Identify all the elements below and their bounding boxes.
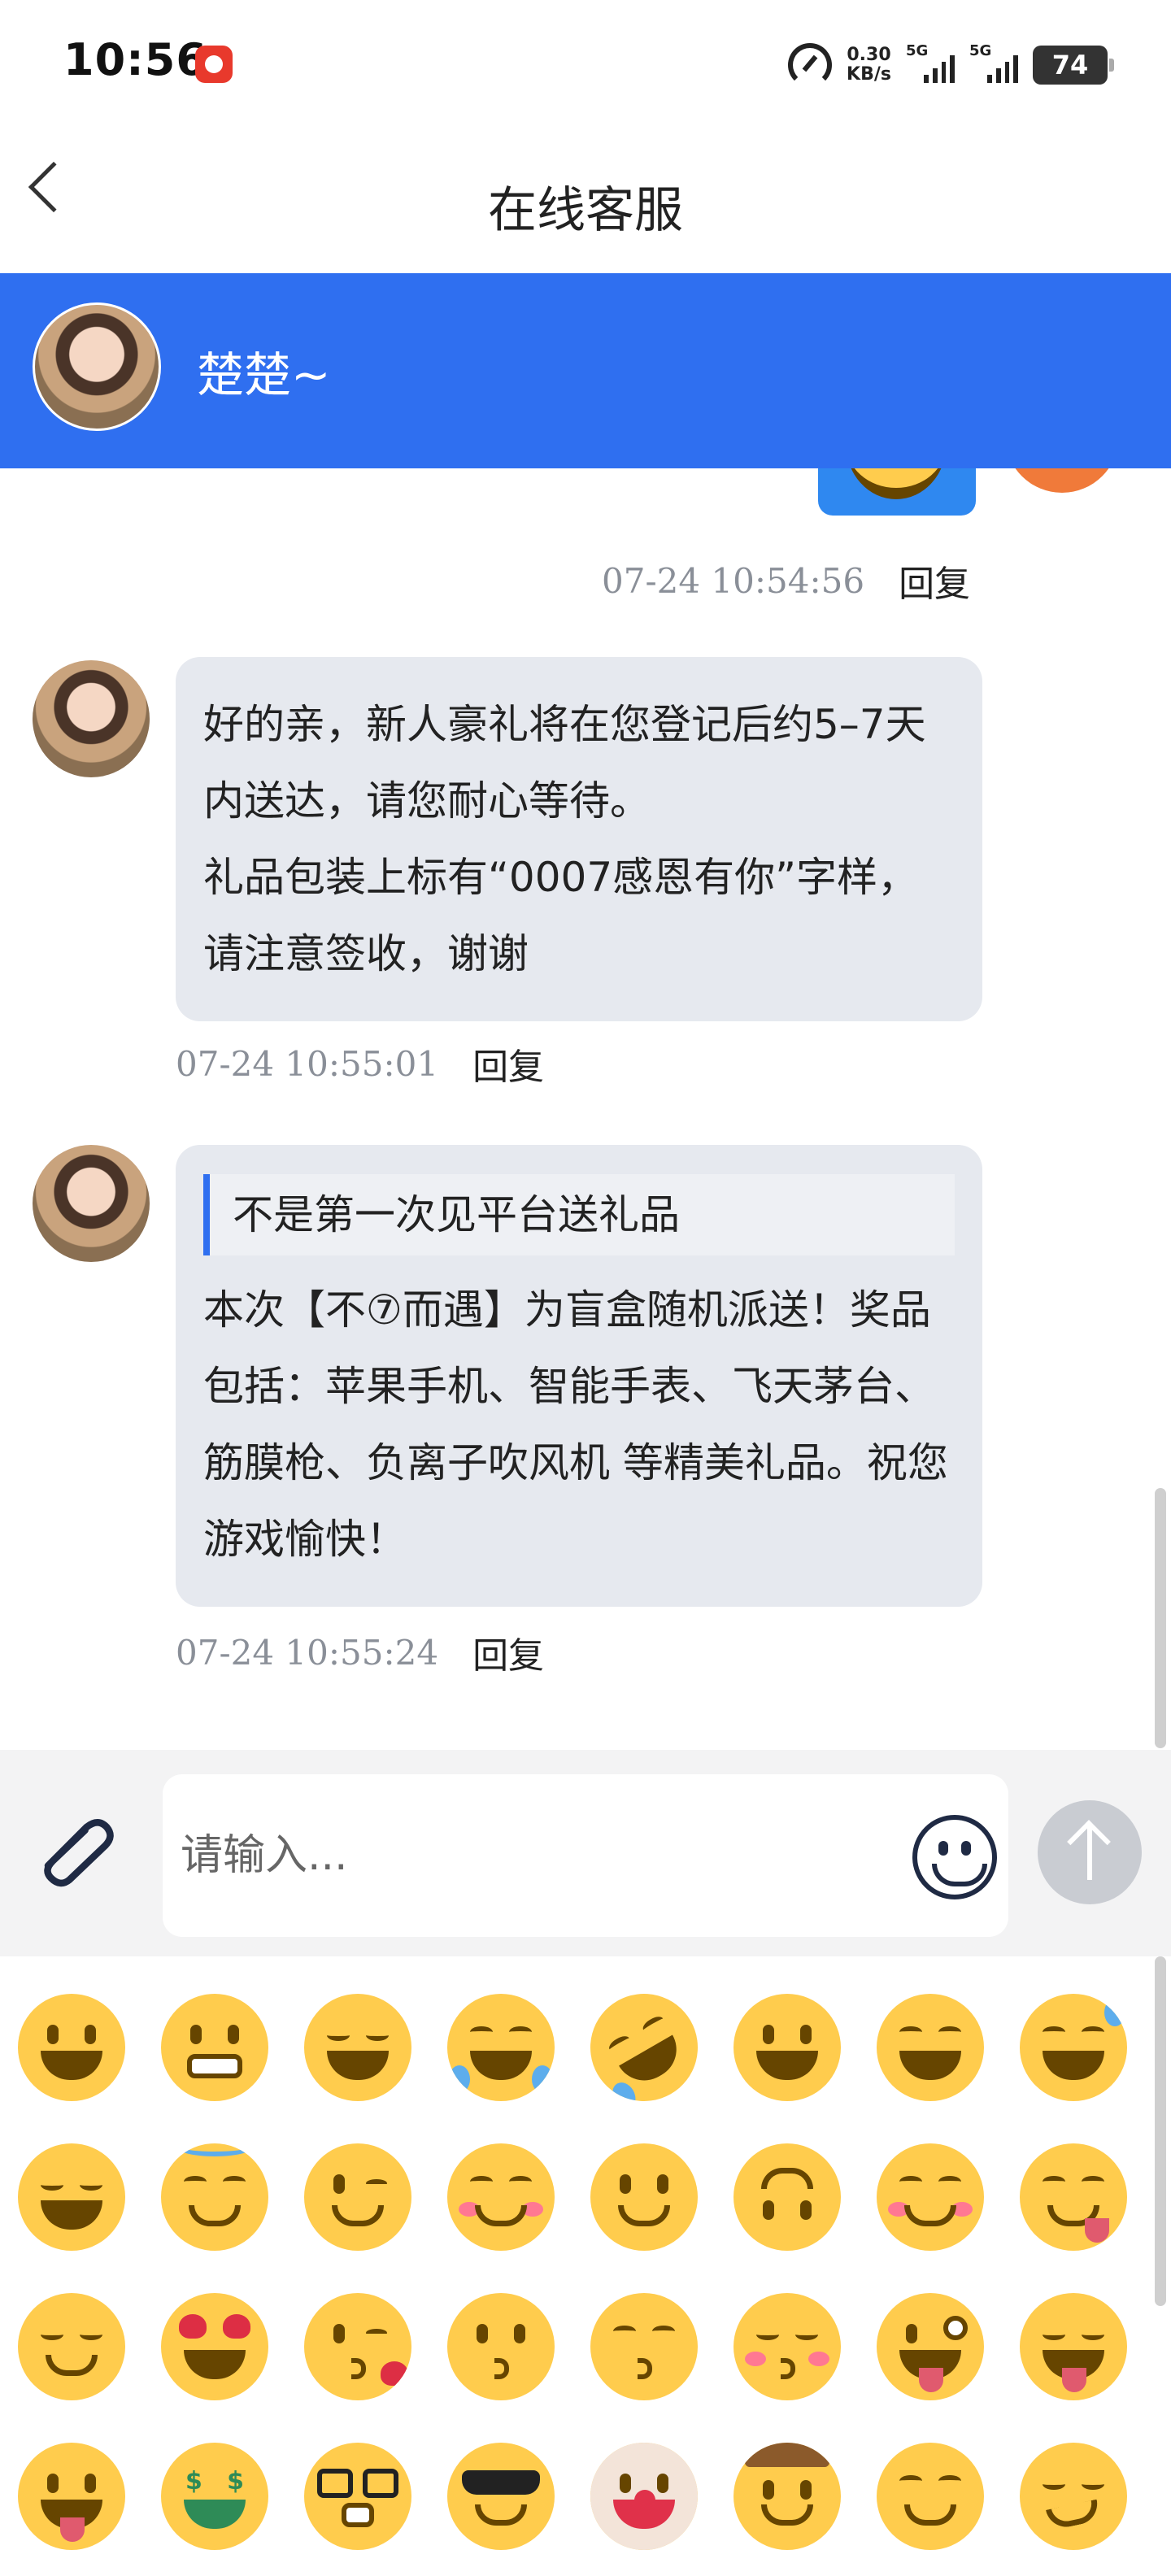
agent-header: 楚楚~	[0, 273, 1171, 468]
agent-message-bubble: 好的亲，新人豪礼将在您登记后约5–7天内送达，请您耐心等待。 礼品包装上标有“0…	[176, 657, 982, 1021]
emoji-nerd-face[interactable]	[286, 2422, 429, 2571]
emoji-squinting-tongue[interactable]	[1002, 2272, 1145, 2422]
emoji-sunglasses-face[interactable]	[429, 2422, 572, 2571]
emoji-smiling-halo[interactable]	[143, 2122, 286, 2272]
message-meta: 07-24 10:54:56 回复	[602, 555, 970, 607]
emoji-grid: $ $	[0, 1973, 1138, 2571]
emoji-panel: $ $	[0, 1956, 1171, 2576]
emoji-toggle-icon[interactable]	[912, 1815, 997, 1899]
chat-scrollbar[interactable]	[1155, 1488, 1166, 1748]
message-timestamp: 07-24 10:54:56	[602, 560, 865, 601]
emoji-face-savoring-food[interactable]	[1002, 2122, 1145, 2272]
emoji-face-with-tears-of-joy[interactable]	[429, 1973, 572, 2122]
user-avatar	[1005, 468, 1119, 493]
message-text: 礼品包装上标有“0007感恩有你”字样，请注意签收，谢谢	[203, 854, 919, 977]
message-meta: 07-24 10:55:24 回复	[176, 1626, 544, 1678]
network-speed-unit: KB/s	[847, 64, 891, 85]
emoji-winking-face[interactable]	[286, 2122, 429, 2272]
emoji-smirking-face[interactable]	[1002, 2422, 1145, 2571]
emoji-smiling-blush[interactable]	[429, 2122, 572, 2272]
emoji-relieved-face[interactable]	[0, 2272, 143, 2422]
agent-avatar[interactable]	[33, 302, 161, 431]
emoji-panel-scrollbar[interactable]	[1155, 1956, 1166, 2306]
emoji-zany-face[interactable]	[859, 2272, 1002, 2422]
message-timestamp: 07-24 10:55:01	[176, 1043, 439, 1084]
emoji-kissing-closed-eyes[interactable]	[716, 2272, 859, 2422]
signal-2-label: 5G	[969, 42, 992, 59]
agent-name: 楚楚~	[197, 347, 331, 402]
emoji-hugging-face[interactable]	[859, 2422, 1002, 2571]
emoji-grinning-face-big-eyes[interactable]	[716, 1973, 859, 2122]
battery-indicator: 74	[1033, 46, 1114, 85]
signal-1-icon: 5G	[906, 42, 955, 83]
app-notification-icon	[195, 46, 233, 83]
message-text: 好的亲，新人豪礼将在您登记后约5–7天内送达，请您耐心等待。	[203, 701, 926, 825]
emoji-grimacing-face[interactable]	[143, 1973, 286, 2122]
chat-message-list[interactable]: 07-24 10:54:56 回复 好的亲，新人豪礼将在您登记后约5–7天内送达…	[0, 468, 1171, 1750]
message-meta: 07-24 10:55:01 回复	[176, 1038, 544, 1090]
emoji-grinning-face[interactable]	[0, 1973, 143, 2122]
emoji-beaming-face[interactable]	[286, 1973, 429, 2122]
paperclip-icon[interactable]	[37, 1818, 127, 1891]
network-speed-value: 0.30	[847, 45, 891, 65]
emoji-money-mouth-face[interactable]: $ $	[143, 2422, 286, 2571]
reply-button[interactable]: 回复	[472, 1038, 544, 1090]
speedometer-icon	[788, 43, 833, 87]
send-button[interactable]	[1038, 1800, 1142, 1904]
emoji-slightly-smiling[interactable]	[572, 2122, 716, 2272]
network-speed: 0.30 KB/s	[847, 46, 891, 85]
input-bar	[0, 1750, 1171, 1956]
emoji-face-blowing-kiss[interactable]	[286, 2272, 429, 2422]
emoji-clown-face[interactable]	[572, 2422, 716, 2571]
emoji-grinning-smiling-eyes[interactable]	[859, 1973, 1002, 2122]
message-text: 本次【不⑦而遇】为盲盒随机派送！奖品包括：苹果手机、智能手表、飞天茅台、筋膜枪、…	[203, 1286, 948, 1563]
emoji-rolling-on-floor-laughing[interactable]	[570, 1973, 718, 2122]
agent-message-bubble: 不是第一次见平台送礼品 本次【不⑦而遇】为盲盒随机派送！奖品包括：苹果手机、智能…	[176, 1145, 982, 1607]
reply-button[interactable]: 回复	[899, 555, 970, 607]
emoji-face-with-tongue[interactable]	[0, 2422, 143, 2571]
agent-message-avatar	[33, 660, 150, 777]
emoji-kissing-smiling-eyes[interactable]	[572, 2272, 716, 2422]
quoted-message: 不是第一次见平台送礼品	[203, 1174, 955, 1255]
sent-emoji-bubble	[818, 468, 976, 516]
emoji-grinning-sweat[interactable]	[1002, 1973, 1145, 2122]
agent-message-avatar	[33, 1145, 150, 1262]
emoji-smiling-relaxed[interactable]	[859, 2122, 1002, 2272]
emoji-kissing-face[interactable]	[429, 2272, 572, 2422]
signal-2-icon: 5G	[969, 42, 1018, 83]
emoji-heart-eyes[interactable]	[143, 2272, 286, 2422]
emoji-upside-down-face[interactable]	[716, 2122, 859, 2272]
signal-1-label: 5G	[906, 42, 929, 59]
reply-button[interactable]: 回复	[472, 1626, 544, 1678]
page-title: 在线客服	[488, 182, 683, 239]
emoji-cowboy-hat-face[interactable]	[716, 2422, 859, 2571]
message-timestamp: 07-24 10:55:24	[176, 1632, 439, 1673]
message-input[interactable]	[163, 1774, 1008, 1937]
status-time: 10:56	[63, 34, 207, 85]
status-indicators: 0.30 KB/s 5G 5G 74	[788, 39, 1114, 91]
status-bar: 10:56 0.30 KB/s 5G 5G 74	[0, 0, 1171, 130]
emoji-squinting-laughing[interactable]	[0, 2122, 143, 2272]
battery-level: 74	[1051, 50, 1089, 80]
